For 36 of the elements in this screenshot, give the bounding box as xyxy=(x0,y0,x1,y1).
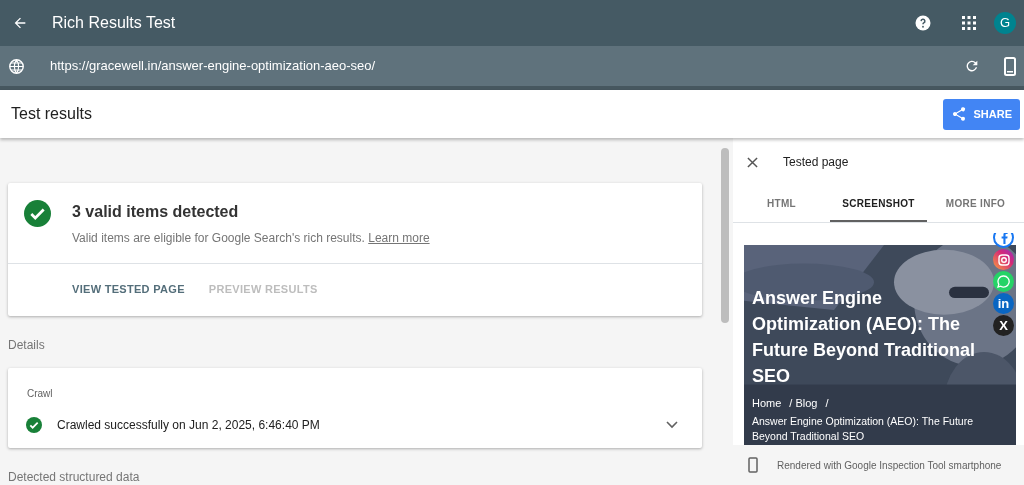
address-bar[interactable]: https://gracewell.in/answer-engine-optimization-aeo-seo/ xyxy=(0,46,1024,90)
learn-more-link[interactable]: Learn more xyxy=(368,231,430,245)
scrollbar-thumb[interactable] xyxy=(721,148,729,323)
section-label: Detected structured data xyxy=(8,468,141,485)
apps-grid-icon[interactable] xyxy=(962,16,976,30)
chevron-down-icon[interactable] xyxy=(666,420,678,429)
summary-description: Valid items are eligible for Google Search's rich results. xyxy=(72,231,365,245)
phone-icon[interactable] xyxy=(1004,56,1016,76)
breadcrumb-current: Answer Engine Optimization (AEO): The Future Beyond Traditional SEO xyxy=(752,413,974,444)
action-button[interactable]: VIEW TESTED PAGE xyxy=(72,281,185,298)
tab[interactable]: SCREENSHOT xyxy=(830,186,927,222)
section-label: Details xyxy=(8,336,46,354)
url-field[interactable]: https://gracewell.in/answer-engine-optimization-aeo-seo/ xyxy=(50,56,750,76)
crawl-status: Crawled successfully on Jun 2, 2025, 6:46:40 PM xyxy=(57,416,320,434)
page-title: Test results xyxy=(10,104,92,124)
globe-icon xyxy=(8,57,25,75)
check-circle-icon xyxy=(24,200,51,227)
breadcrumb[interactable]: / Blog xyxy=(789,395,818,412)
avatar[interactable]: G xyxy=(994,12,1016,34)
share-icon xyxy=(951,106,968,122)
article-heading: Answer Engine Optimization (AEO): The Future Beyond Traditional SEO xyxy=(752,287,976,388)
help-icon[interactable] xyxy=(914,14,932,32)
app-title: Rich Results Test xyxy=(52,13,176,33)
close-icon[interactable] xyxy=(747,156,758,168)
breadcrumb[interactable]: Home xyxy=(752,395,782,412)
summary-title: 3 valid items detected xyxy=(72,202,240,222)
check-circle-icon xyxy=(26,416,42,433)
share-button[interactable]: SHARE xyxy=(943,98,1020,130)
refresh-icon[interactable] xyxy=(964,58,980,74)
back-icon[interactable] xyxy=(12,15,28,31)
tab[interactable]: MORE INFO xyxy=(927,186,1024,222)
panel-title: Tested page xyxy=(783,154,849,171)
render-note: Rendered with Google Inspection Tool smartphone xyxy=(777,458,1002,473)
tab[interactable]: HTML xyxy=(733,186,830,222)
phone-icon xyxy=(748,457,758,473)
crawl-label: Crawl xyxy=(26,386,54,401)
